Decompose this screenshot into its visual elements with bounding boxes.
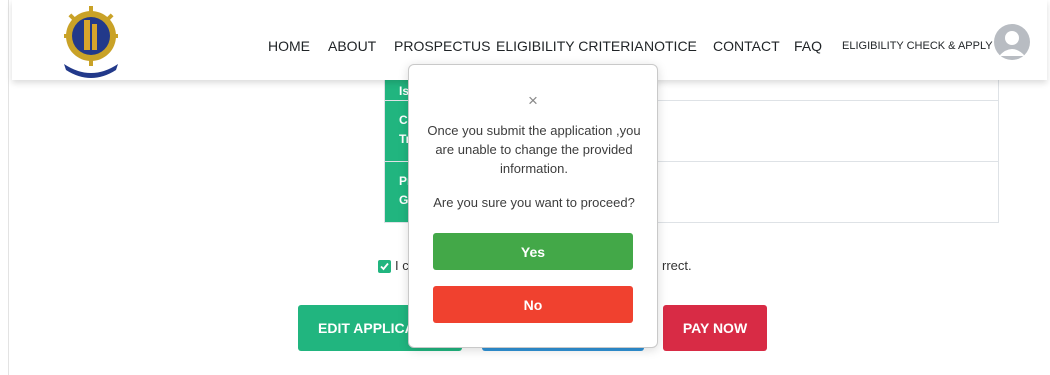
declaration-text-end: rrect. xyxy=(662,258,692,273)
nav-home[interactable]: HOME xyxy=(268,38,310,54)
user-avatar-icon[interactable] xyxy=(994,24,1030,60)
nav-faq[interactable]: FAQ xyxy=(794,38,822,54)
declaration-text: I c xyxy=(395,258,409,273)
modal-message: Once you submit the application ,you are… xyxy=(427,123,641,176)
modal-question: Are you sure you want to proceed? xyxy=(433,195,635,210)
nav-eligibility-criteria[interactable]: ELIGIBILITY CRITERIA xyxy=(496,38,644,54)
no-button[interactable]: No xyxy=(433,286,633,323)
institution-logo[interactable] xyxy=(56,6,126,78)
close-icon[interactable]: × xyxy=(409,91,657,111)
pay-now-button[interactable]: PAY NOW xyxy=(663,305,767,351)
nav-eligibility-check-apply[interactable]: ELIGIBILITY CHECK & APPLY xyxy=(842,40,993,52)
nav-contact[interactable]: CONTACT xyxy=(713,38,780,54)
declaration-checkbox[interactable] xyxy=(378,260,391,273)
confirm-submit-modal: × Once you submit the application ,you a… xyxy=(408,64,658,348)
checkbox-checked-icon xyxy=(380,262,389,271)
yes-button[interactable]: Yes xyxy=(433,233,633,270)
nav-about[interactable]: ABOUT xyxy=(328,38,376,54)
nav-notice[interactable]: NOTICE xyxy=(644,38,697,54)
nav-prospectus[interactable]: PROSPECTUS xyxy=(394,38,490,54)
